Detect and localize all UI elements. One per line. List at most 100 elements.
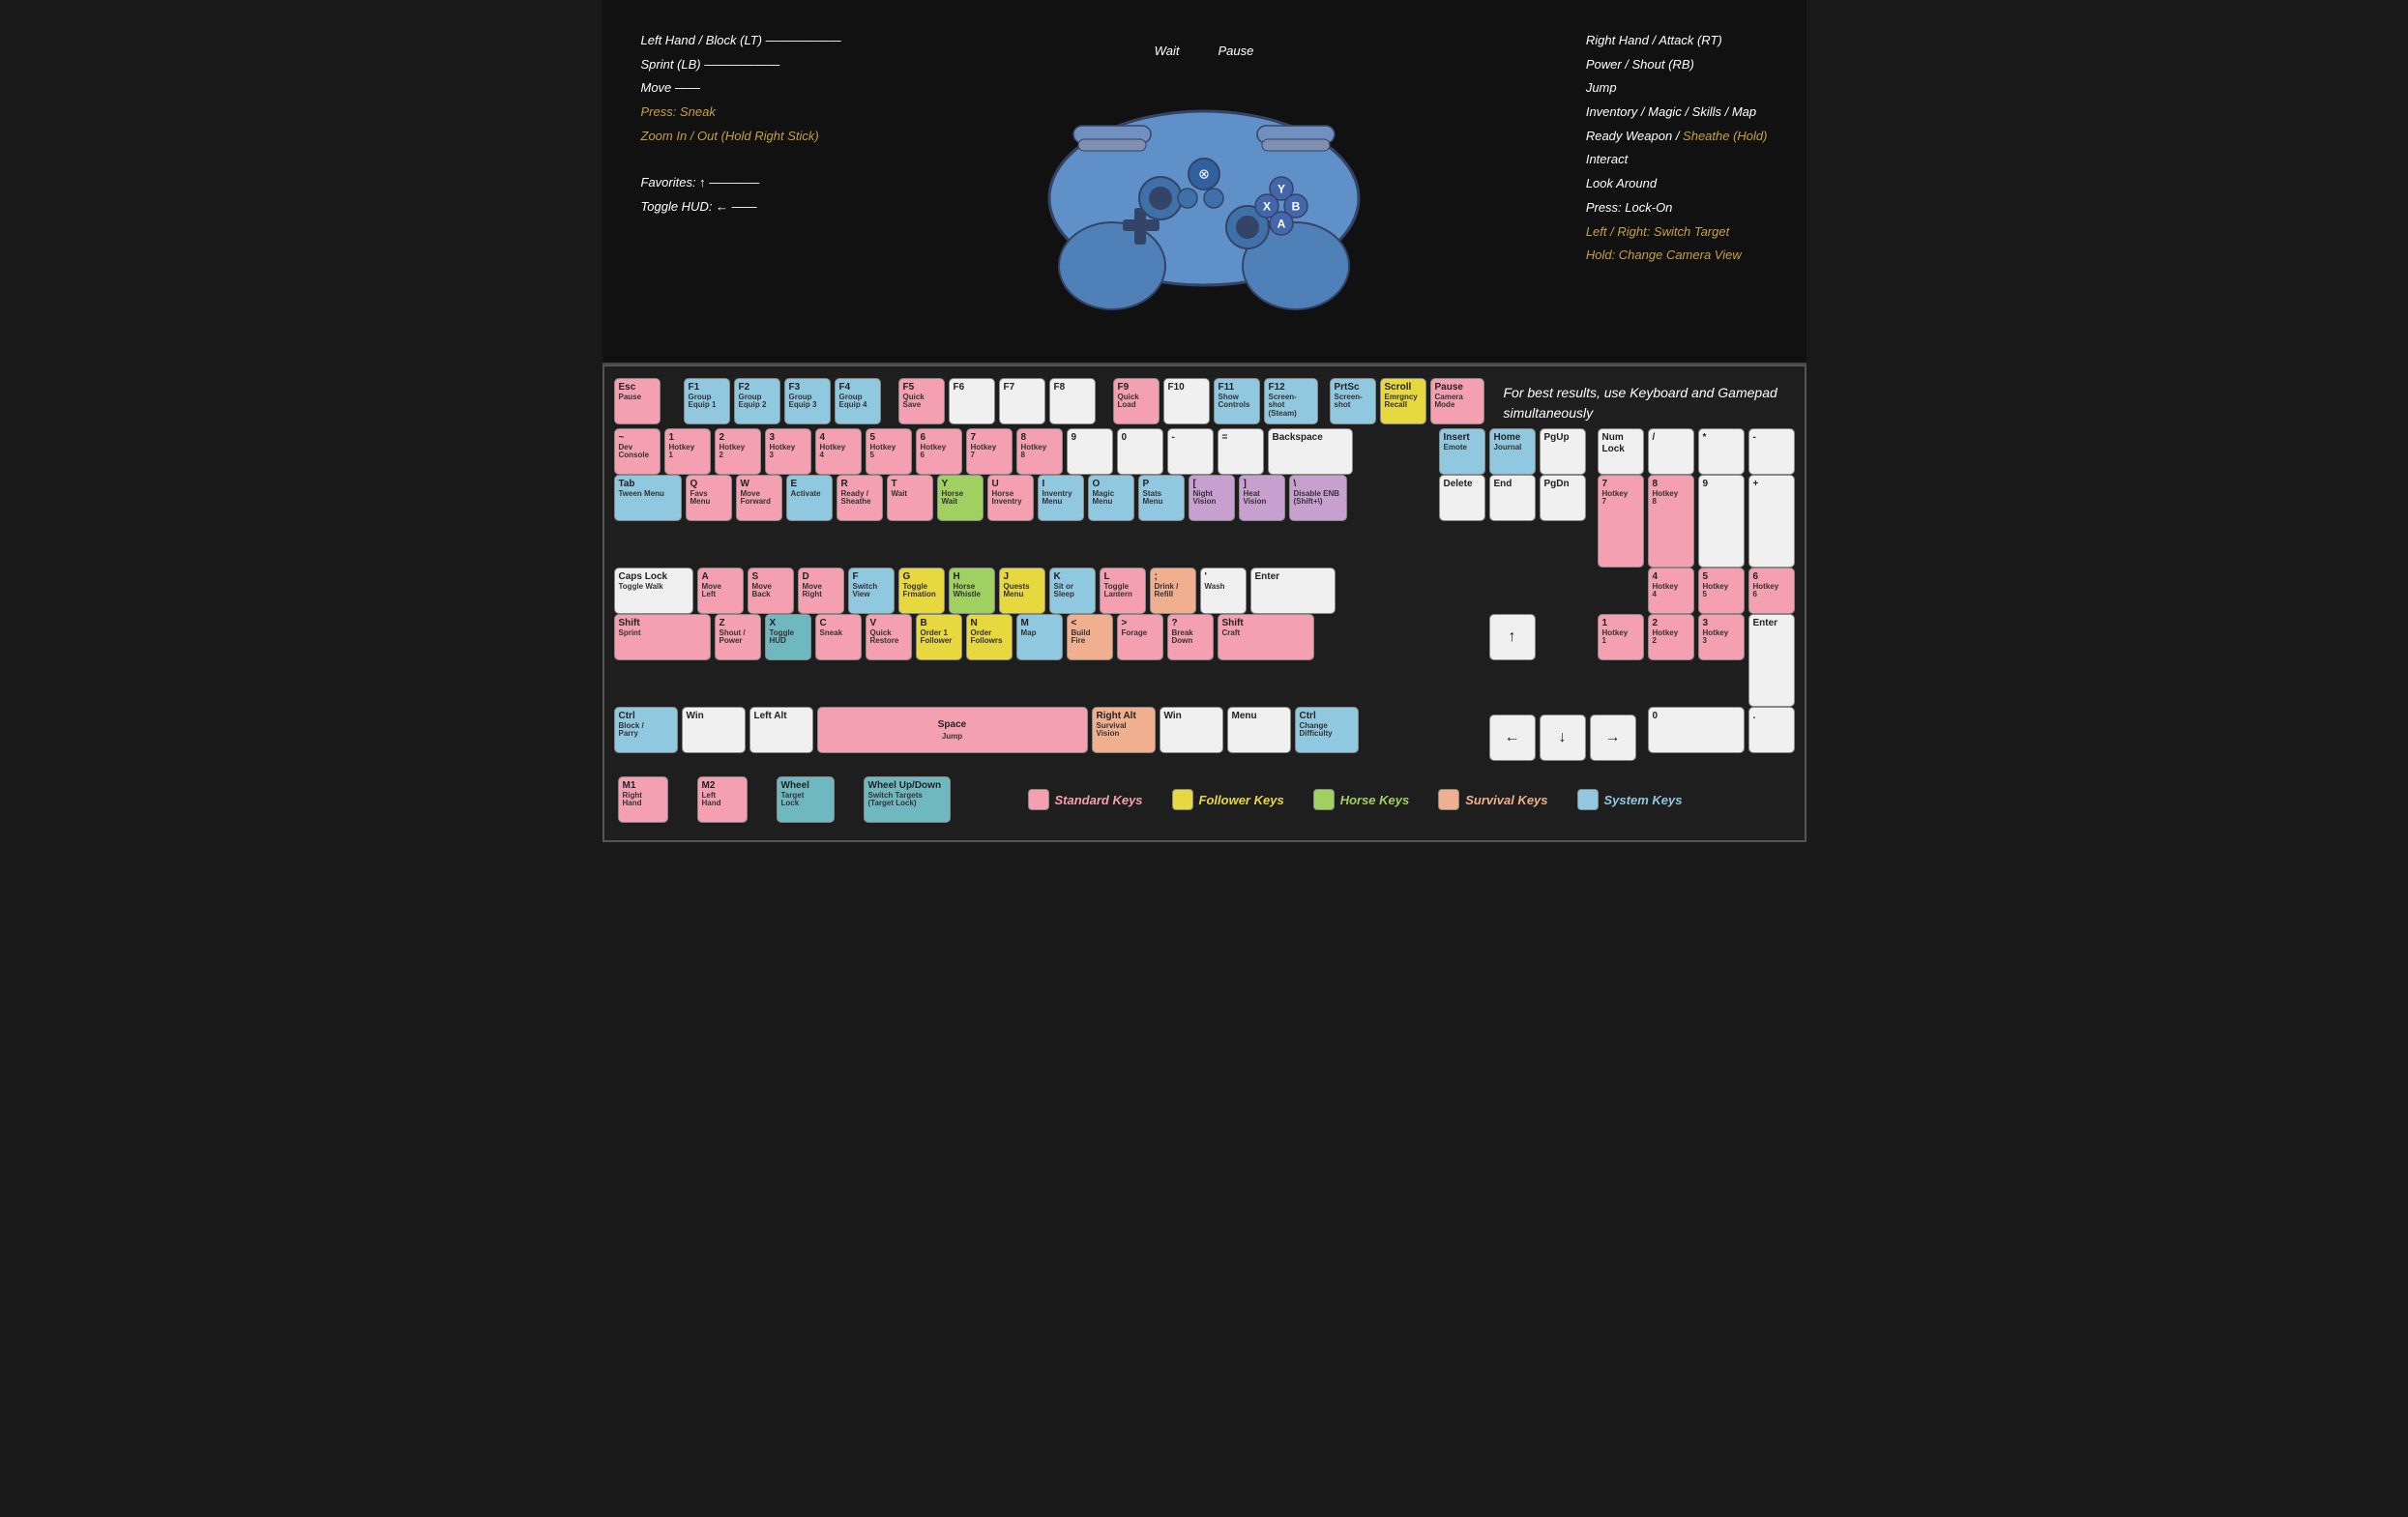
key-tab[interactable]: Tab Tween Menu	[614, 475, 682, 521]
key-num0[interactable]: 0	[1648, 707, 1745, 753]
key-menu[interactable]: Menu	[1227, 707, 1291, 753]
key-i[interactable]: I InventryMenu	[1038, 475, 1084, 521]
key-6[interactable]: 6 Hotkey6	[916, 428, 962, 475]
key-r[interactable]: R Ready /Sheathe	[837, 475, 883, 521]
key-f9[interactable]: F9 QuickLoad	[1113, 378, 1160, 424]
key-num4[interactable]: 4 Hotkey4	[1648, 568, 1694, 614]
key-ctrl-right[interactable]: Ctrl ChangeDifficulty	[1295, 707, 1359, 753]
key-pgup[interactable]: PgUp	[1540, 428, 1586, 475]
key-q[interactable]: Q FavsMenu	[686, 475, 732, 521]
key-semicolon[interactable]: ; Drink /Refill	[1150, 568, 1196, 614]
key-5[interactable]: 5 Hotkey5	[866, 428, 912, 475]
key-esc[interactable]: Esc Pause	[614, 378, 661, 424]
key-prtsc[interactable]: PrtSc Screen-shot	[1330, 378, 1376, 424]
key-m1[interactable]: M1 RightHand	[618, 776, 668, 823]
key-period[interactable]: > Forage	[1117, 614, 1163, 660]
key-f10[interactable]: F10	[1163, 378, 1210, 424]
key-f[interactable]: F SwitchView	[848, 568, 895, 614]
key-p[interactable]: P StatsMenu	[1138, 475, 1185, 521]
key-space[interactable]: Space Jump	[817, 707, 1088, 753]
key-numlock[interactable]: NumLock	[1598, 428, 1644, 475]
key-9[interactable]: 9	[1067, 428, 1113, 475]
key-capslock[interactable]: Caps Lock Toggle Walk	[614, 568, 693, 614]
key-pause[interactable]: Pause CameraMode	[1430, 378, 1484, 424]
key-f6[interactable]: F6	[949, 378, 995, 424]
key-z[interactable]: Z Shout /Power	[715, 614, 761, 660]
key-lbracket[interactable]: [ NightVision	[1189, 475, 1235, 521]
key-f3[interactable]: F3 GroupEquip 3	[784, 378, 831, 424]
key-y[interactable]: Y HorseWait	[937, 475, 984, 521]
key-a[interactable]: A MoveLeft	[697, 568, 744, 614]
key-2[interactable]: 2 Hotkey2	[715, 428, 761, 475]
key-scroll[interactable]: Scroll EmrgncyRecall	[1380, 378, 1426, 424]
key-rbracket[interactable]: ] HeatVision	[1239, 475, 1285, 521]
key-e[interactable]: E Activate	[786, 475, 833, 521]
key-f4[interactable]: F4 GroupEquip 4	[835, 378, 881, 424]
key-numslash[interactable]: /	[1648, 428, 1694, 475]
key-4[interactable]: 4 Hotkey4	[815, 428, 862, 475]
key-minus[interactable]: -	[1167, 428, 1214, 475]
key-numstar[interactable]: *	[1698, 428, 1745, 475]
key-f5[interactable]: F5 QuickSave	[898, 378, 945, 424]
key-7[interactable]: 7 Hotkey7	[966, 428, 1013, 475]
key-f11[interactable]: F11 ShowControls	[1214, 378, 1260, 424]
key-num9[interactable]: 9	[1698, 475, 1745, 568]
key-backspace[interactable]: Backspace	[1268, 428, 1353, 475]
key-s[interactable]: S MoveBack	[748, 568, 794, 614]
key-arrow-right[interactable]: →	[1590, 715, 1636, 761]
key-num7[interactable]: 7 Hotkey7	[1598, 475, 1644, 568]
key-comma[interactable]: < BuildFire	[1067, 614, 1113, 660]
key-num6[interactable]: 6 Hotkey6	[1748, 568, 1795, 614]
key-m[interactable]: M Map	[1016, 614, 1063, 660]
key-insert[interactable]: Insert Emote	[1439, 428, 1485, 475]
key-d[interactable]: D MoveRight	[798, 568, 844, 614]
key-0[interactable]: 0	[1117, 428, 1163, 475]
key-b[interactable]: B Order 1Follower	[916, 614, 962, 660]
key-num2[interactable]: 2 Hotkey2	[1648, 614, 1694, 660]
key-c[interactable]: C Sneak	[815, 614, 862, 660]
key-f12[interactable]: F12 Screen-shot(Steam)	[1264, 378, 1318, 424]
key-h[interactable]: H HorseWhistle	[949, 568, 995, 614]
key-num8[interactable]: 8 Hotkey8	[1648, 475, 1694, 568]
key-pgdn[interactable]: PgDn	[1540, 475, 1586, 521]
key-shift-right[interactable]: Shift Craft	[1218, 614, 1314, 660]
key-num5[interactable]: 5 Hotkey5	[1698, 568, 1745, 614]
key-equals[interactable]: =	[1218, 428, 1264, 475]
key-k[interactable]: K Sit orSleep	[1049, 568, 1096, 614]
key-g[interactable]: G ToggleFrmation	[898, 568, 945, 614]
key-end[interactable]: End	[1489, 475, 1536, 521]
key-f2[interactable]: F2 GroupEquip 2	[734, 378, 780, 424]
key-backtick[interactable]: ~ DevConsole	[614, 428, 661, 475]
key-win-right[interactable]: Win	[1160, 707, 1223, 753]
key-3[interactable]: 3 Hotkey3	[765, 428, 811, 475]
key-numplus[interactable]: +	[1748, 475, 1795, 568]
key-numminus[interactable]: -	[1748, 428, 1795, 475]
key-enter[interactable]: Enter	[1250, 568, 1336, 614]
key-wheel[interactable]: Wheel TargetLock	[777, 776, 835, 823]
key-u[interactable]: U HorseInventry	[987, 475, 1034, 521]
key-alt-left[interactable]: Left Alt	[749, 707, 813, 753]
key-arrow-up[interactable]: ↑	[1489, 614, 1536, 660]
key-numdot[interactable]: .	[1748, 707, 1795, 753]
key-f8[interactable]: F8	[1049, 378, 1096, 424]
key-x[interactable]: X ToggleHUD	[765, 614, 811, 660]
key-shift-left[interactable]: Shift Sprint	[614, 614, 711, 660]
key-t[interactable]: T Wait	[887, 475, 933, 521]
key-o[interactable]: O MagicMenu	[1088, 475, 1134, 521]
key-home[interactable]: Home Journal	[1489, 428, 1536, 475]
key-8[interactable]: 8 Hotkey8	[1016, 428, 1063, 475]
key-backslash[interactable]: \ Disable ENB(Shift+\)	[1289, 475, 1347, 521]
key-num1[interactable]: 1 Hotkey1	[1598, 614, 1644, 660]
key-slash[interactable]: ? BreakDown	[1167, 614, 1214, 660]
key-j[interactable]: J QuestsMenu	[999, 568, 1045, 614]
key-num3[interactable]: 3 Hotkey3	[1698, 614, 1745, 660]
key-v[interactable]: V QuickRestore	[866, 614, 912, 660]
key-quote[interactable]: ' Wash	[1200, 568, 1247, 614]
key-arrow-left[interactable]: ←	[1489, 715, 1536, 761]
key-alt-right[interactable]: Right Alt SurvivalVision	[1092, 707, 1156, 753]
key-numenter[interactable]: Enter	[1748, 614, 1795, 707]
key-wheelupdown[interactable]: Wheel Up/Down Switch Targets(Target Lock…	[864, 776, 951, 823]
key-delete[interactable]: Delete	[1439, 475, 1485, 521]
key-win-left[interactable]: Win	[682, 707, 746, 753]
key-arrow-down[interactable]: ↓	[1540, 715, 1586, 761]
